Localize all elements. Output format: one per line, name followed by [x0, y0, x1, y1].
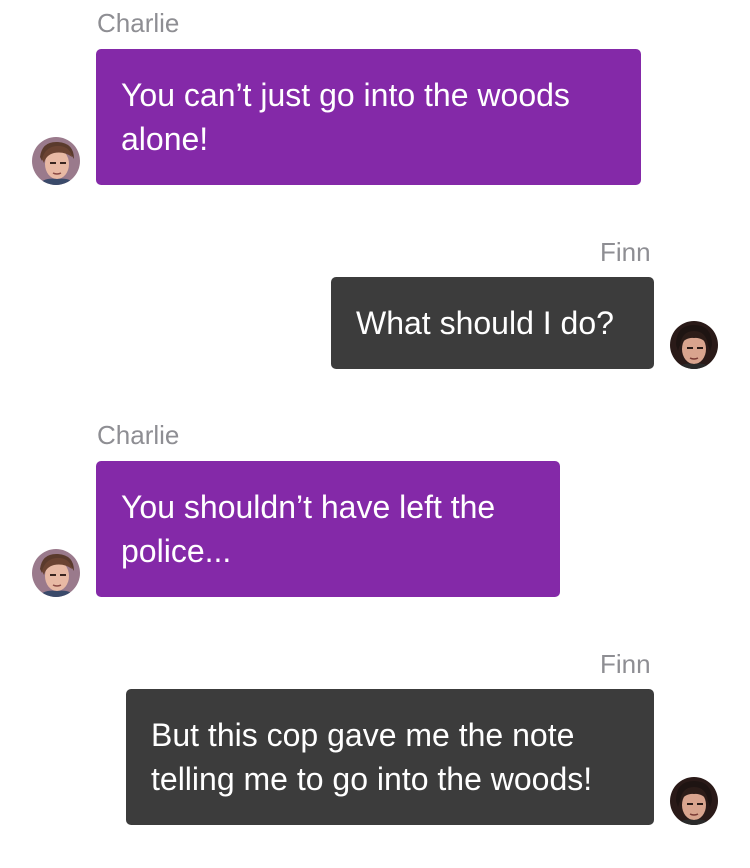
- message-bubble: What should I do?: [331, 277, 654, 369]
- finn-avatar[interactable]: [670, 777, 718, 825]
- finn-avatar[interactable]: [670, 321, 718, 369]
- sender-name: Finn: [600, 237, 651, 267]
- message-bubble: But this cop gave me the note telling me…: [126, 689, 654, 825]
- message-bubble: You can’t just go into the woods alone!: [96, 49, 641, 185]
- sender-name: Charlie: [97, 420, 180, 450]
- sender-name: Finn: [600, 649, 651, 679]
- charlie-avatar[interactable]: [32, 549, 80, 597]
- charlie-avatar[interactable]: [32, 137, 80, 185]
- sender-name: Charlie: [97, 8, 180, 38]
- message-bubble: You shouldn’t have left the police...: [96, 461, 560, 597]
